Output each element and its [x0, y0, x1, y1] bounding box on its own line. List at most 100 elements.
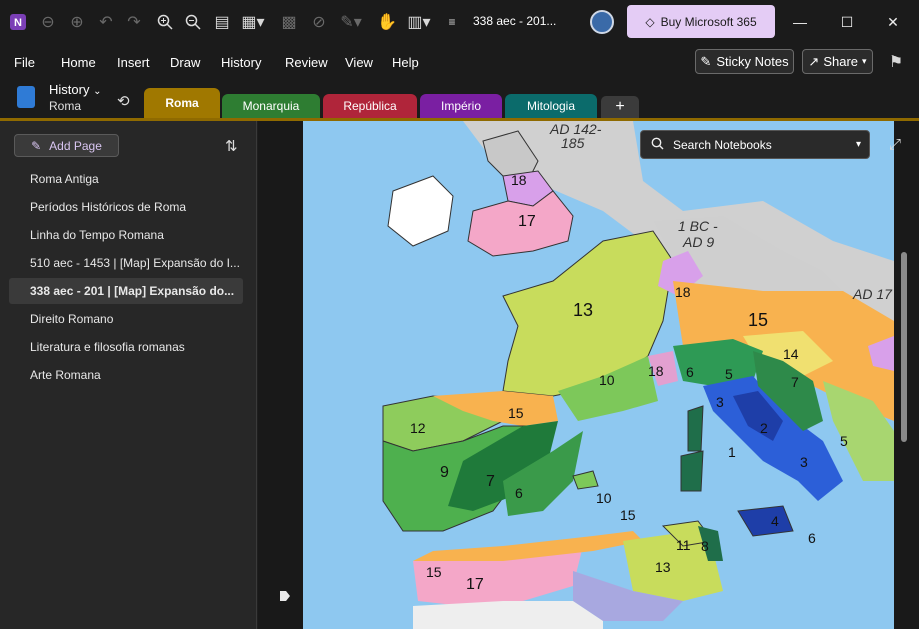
back-icon[interactable]: ⊖: [38, 10, 58, 34]
buy-microsoft-365-button[interactable]: ◇ Buy Microsoft 365: [627, 5, 775, 38]
map-label: 17: [466, 576, 484, 593]
sticky-notes-label: Sticky Notes: [716, 54, 789, 69]
notebook-name-label: History: [49, 82, 90, 97]
menu-home[interactable]: Home: [61, 55, 96, 70]
menu-view[interactable]: View: [345, 55, 373, 70]
tab-label: Império: [440, 99, 481, 113]
columns-icon[interactable]: ▥▾: [402, 10, 436, 34]
add-page-button[interactable]: ✎ Add Page: [14, 134, 119, 157]
avatar[interactable]: [590, 10, 614, 34]
tag-icon[interactable]: ⊘: [308, 10, 330, 34]
share-icon: ↗: [808, 53, 820, 69]
svg-text:N: N: [14, 17, 22, 29]
tab-republica[interactable]: República: [323, 94, 417, 118]
sort-icon[interactable]: ⇅: [225, 137, 238, 155]
list-item[interactable]: Direito Romano: [9, 306, 243, 332]
map-label: 4: [771, 513, 779, 529]
menu-history[interactable]: History: [221, 55, 261, 70]
sticky-note-icon: ✎: [700, 53, 712, 69]
list-item[interactable]: Literatura e filosofia romanas: [9, 334, 243, 360]
expand-icon[interactable]: ⤢: [889, 136, 901, 153]
map-label: AD 17: [852, 286, 893, 302]
list-item[interactable]: Linha do Tempo Romana: [9, 222, 243, 248]
map-label: 13: [655, 559, 671, 575]
menu-insert[interactable]: Insert: [117, 55, 150, 70]
tab-imperio[interactable]: Império: [420, 94, 502, 118]
redo-icon[interactable]: ↷: [124, 10, 144, 34]
customize-icon[interactable]: ≡: [443, 10, 461, 34]
map-label: 185: [561, 135, 585, 151]
list-item[interactable]: Períodos Históricos de Roma: [9, 194, 243, 220]
hand-icon[interactable]: ✋: [376, 10, 398, 34]
page-icon[interactable]: ▤: [212, 10, 232, 34]
map-label: 18: [648, 363, 664, 379]
buy-label: Buy Microsoft 365: [660, 14, 757, 29]
add-section-button[interactable]: +: [601, 96, 639, 118]
map-label: 6: [808, 530, 816, 546]
plus-icon: +: [615, 98, 625, 115]
map-label: 5: [725, 366, 733, 382]
map-label: 14: [783, 346, 799, 362]
tab-mitologia[interactable]: Mitologia: [505, 94, 597, 118]
map-label: 8: [701, 538, 709, 554]
roman-expansion-map: AD 142- 185 1 BC - AD 9 AD 17 18 17 13 1…: [303, 121, 894, 629]
map-label: 15: [620, 507, 636, 523]
add-page-label: Add Page: [49, 138, 102, 153]
list-item[interactable]: 510 aec - 1453 | [Map] Expansão do I...: [9, 250, 243, 276]
map-label: 1 BC -: [678, 218, 718, 234]
share-button[interactable]: ↗ Share ▾: [802, 49, 873, 74]
vertical-scrollbar[interactable]: [901, 252, 907, 442]
list-item[interactable]: Arte Romana: [9, 362, 243, 388]
new-page-icon: ✎: [31, 138, 42, 153]
forward-icon[interactable]: ⊕: [67, 10, 87, 34]
tab-roma[interactable]: Roma: [144, 88, 220, 118]
sticky-notes-button[interactable]: ✎ Sticky Notes: [695, 49, 794, 74]
map-label: 7: [791, 374, 799, 390]
share-label: Share: [823, 54, 859, 69]
map-label: 15: [508, 405, 524, 421]
map-label: 13: [573, 300, 593, 320]
map-label: AD 9: [682, 234, 714, 250]
picture-icon[interactable]: ▩: [278, 10, 300, 34]
section-name: Roma: [49, 99, 82, 113]
map-label: 7: [486, 473, 495, 490]
notebook-name[interactable]: History ⌄: [49, 82, 101, 97]
map-label: 6: [515, 485, 523, 501]
highlight-icon[interactable]: ✎▾: [336, 10, 366, 34]
chevron-down-icon: ▾: [855, 139, 861, 150]
minimize-icon[interactable]: —: [790, 12, 810, 32]
menu-draw[interactable]: Draw: [170, 55, 200, 70]
list-item[interactable]: Roma Antiga: [9, 166, 243, 192]
menu-file[interactable]: File: [14, 55, 35, 70]
feedback-icon[interactable]: ⚑: [885, 50, 907, 74]
map-label: 3: [716, 394, 724, 410]
table-icon[interactable]: ▦▾: [238, 10, 268, 34]
notebook-icon[interactable]: [17, 86, 35, 108]
search-icon: [651, 137, 664, 153]
map-label: 6: [686, 364, 694, 380]
document-title: 338 aec - 201...: [473, 14, 557, 28]
maximize-icon[interactable]: ☐: [837, 12, 857, 32]
onenote-icon: N: [6, 10, 30, 34]
map-label: 9: [440, 464, 449, 481]
search-placeholder: Search Notebooks: [673, 137, 772, 152]
undo-icon[interactable]: ↶: [96, 10, 116, 34]
map-label: 12: [410, 420, 426, 436]
map-label: 3: [800, 454, 808, 470]
map-label: 15: [426, 564, 442, 580]
zoom-in-icon[interactable]: [154, 10, 176, 34]
zoom-out-icon[interactable]: [182, 10, 204, 34]
menu-review[interactable]: Review: [285, 55, 328, 70]
map-label: 10: [599, 372, 615, 388]
close-icon[interactable]: ✕: [883, 12, 903, 32]
menu-help[interactable]: Help: [392, 55, 419, 70]
tab-label: Monarquia: [242, 99, 300, 113]
map-label: 17: [518, 213, 536, 230]
list-item-selected[interactable]: 338 aec - 201 | [Map] Expansão do...: [9, 278, 243, 304]
navigation-back-icon[interactable]: ⟲: [117, 92, 130, 110]
tab-label: República: [343, 99, 397, 113]
tab-monarquia[interactable]: Monarquia: [222, 94, 320, 118]
tab-label: Mitologia: [526, 99, 576, 113]
map-label: 18: [675, 284, 691, 300]
search-notebooks-dropdown[interactable]: Search Notebooks ▾: [640, 130, 870, 159]
